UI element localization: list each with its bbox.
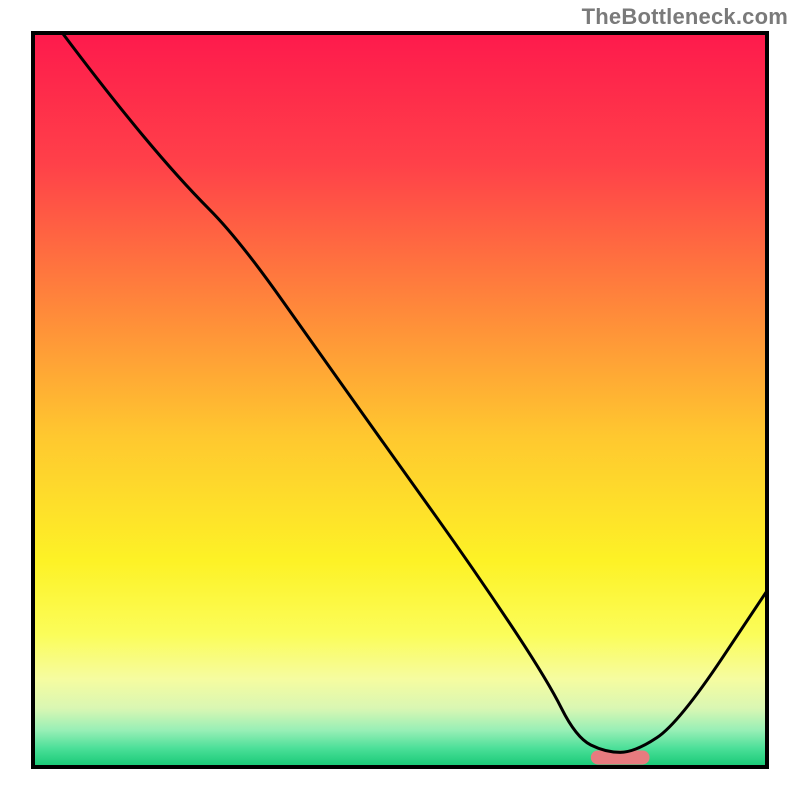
- plot-background: [33, 33, 767, 767]
- chart-container: TheBottleneck.com: [0, 0, 800, 800]
- bottleneck-chart: [0, 0, 800, 800]
- watermark-text: TheBottleneck.com: [582, 4, 788, 30]
